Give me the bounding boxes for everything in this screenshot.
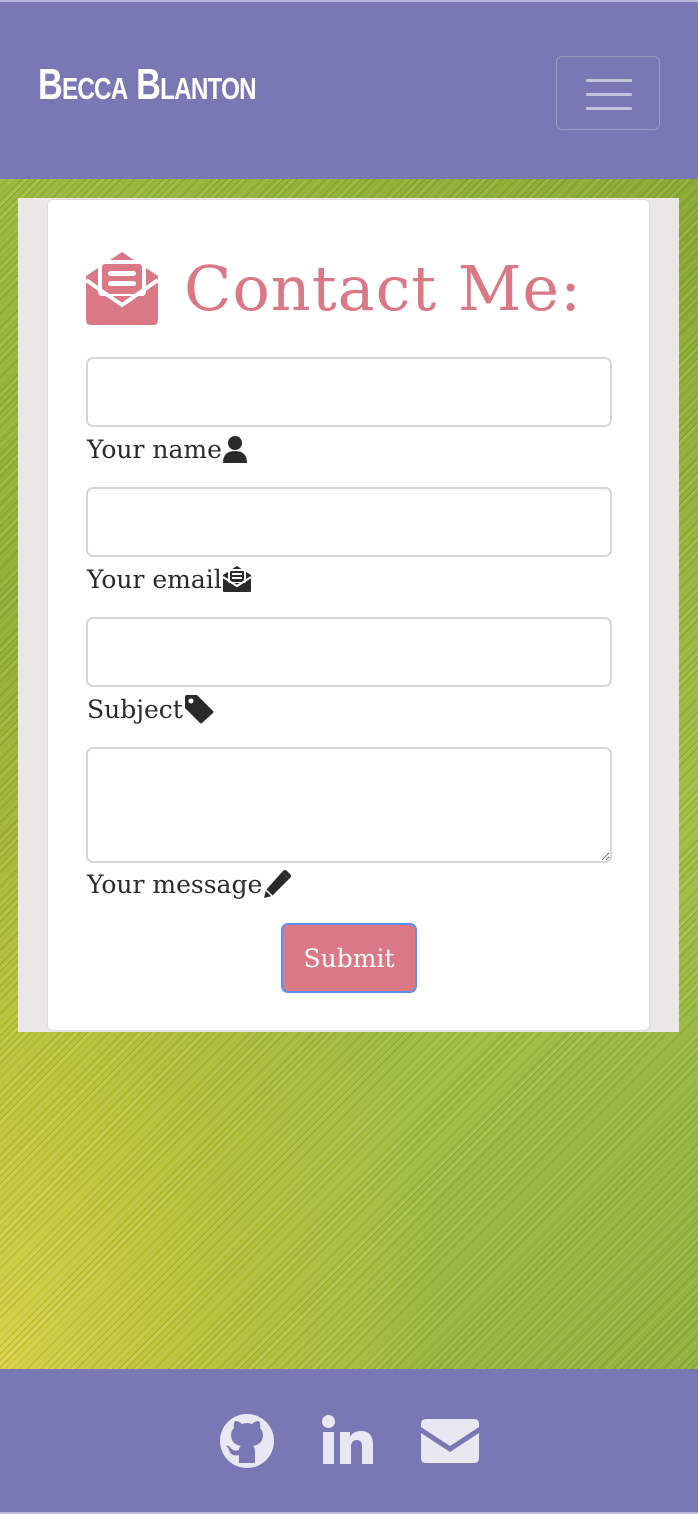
name-input[interactable]	[86, 357, 612, 427]
user-icon	[222, 436, 247, 463]
envelope-open-text-icon	[222, 566, 252, 592]
name-label-text: Your name	[87, 434, 222, 464]
submit-button[interactable]: Submit	[281, 923, 417, 993]
navbar: Becca Blanton	[0, 0, 698, 179]
email-label-text: Your email	[87, 564, 222, 594]
contact-heading-text: Contact Me:	[184, 251, 582, 325]
hamburger-bar	[586, 107, 632, 110]
tag-icon	[184, 695, 214, 724]
message-textarea[interactable]	[86, 747, 612, 863]
subject-label: Subject	[87, 692, 215, 726]
pencil-icon	[264, 870, 292, 898]
github-icon[interactable]	[219, 1413, 275, 1469]
email-label: Your email	[87, 562, 252, 596]
hamburger-menu-icon	[586, 79, 632, 82]
footer	[0, 1369, 698, 1514]
hamburger-bar	[586, 93, 632, 96]
message-label: Your message	[87, 867, 292, 901]
envelope-open-text-icon	[84, 252, 160, 325]
message-label-text: Your message	[87, 869, 263, 899]
email-input[interactable]	[86, 487, 612, 557]
envelope-icon[interactable]	[421, 1419, 479, 1463]
navbar-toggler-button[interactable]	[556, 56, 660, 130]
linkedin-icon[interactable]	[322, 1415, 374, 1465]
subject-input[interactable]	[86, 617, 612, 687]
contact-heading: Contact Me:	[84, 248, 582, 328]
brand-logo[interactable]: Becca Blanton	[38, 60, 257, 110]
name-label: Your name	[87, 432, 248, 466]
subject-label-text: Subject	[87, 694, 183, 724]
